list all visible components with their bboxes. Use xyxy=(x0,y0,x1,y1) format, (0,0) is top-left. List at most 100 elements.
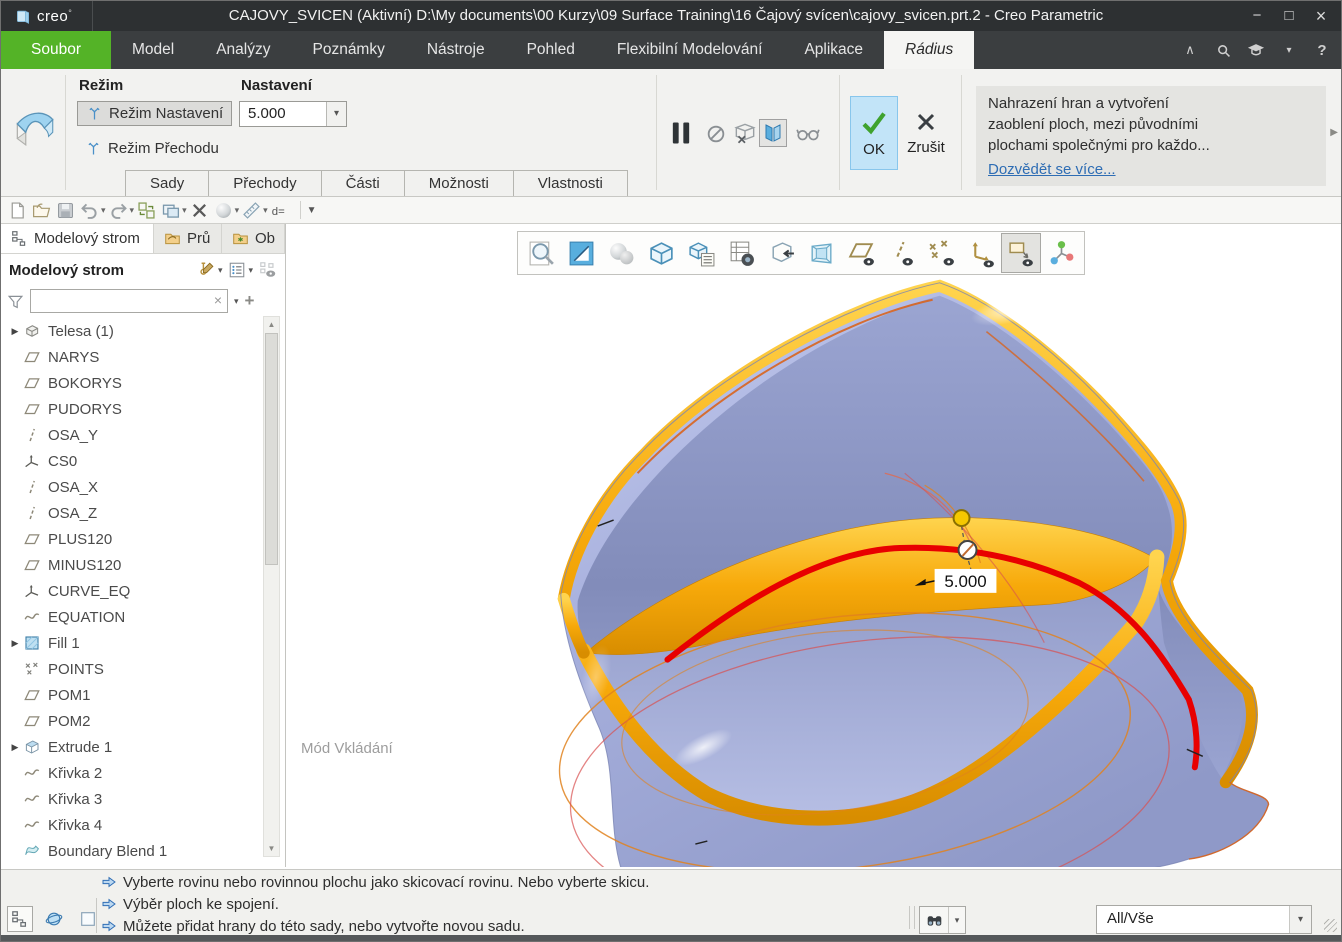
tree-item[interactable]: POM1 xyxy=(1,682,261,708)
zoom-fit-button[interactable] xyxy=(521,233,561,273)
plane-display-button[interactable] xyxy=(841,233,881,273)
radius-dropdown-icon[interactable]: ▾ xyxy=(326,102,346,126)
dashboard-subtab[interactable]: Možnosti xyxy=(404,170,514,196)
browser-toggle-button[interactable] xyxy=(41,906,67,932)
undo-button[interactable]: ▾ xyxy=(79,200,106,221)
point-display-button[interactable] xyxy=(921,233,961,273)
dashboard-subtab[interactable]: Sady xyxy=(125,170,209,196)
add-filter-icon[interactable]: + xyxy=(245,291,255,311)
windows-button[interactable]: ▾ xyxy=(160,200,187,221)
csys-display-button[interactable] xyxy=(961,233,1001,273)
cancel-button[interactable]: Zrušit xyxy=(900,96,952,170)
menu-tab[interactable]: Model xyxy=(111,31,195,69)
save-button[interactable] xyxy=(55,200,77,221)
model-canvas[interactable]: 5.000 xyxy=(286,224,1341,867)
axis-display-button[interactable] xyxy=(881,233,921,273)
redo-button[interactable]: ▾ xyxy=(108,200,135,221)
command-search-icon[interactable] xyxy=(1214,41,1232,59)
find-dropdown-icon[interactable]: ▾ xyxy=(948,907,965,933)
selection-filter-dropdown-icon[interactable]: ▾ xyxy=(1289,906,1311,933)
tree-item[interactable]: Boundary Blend 1 xyxy=(1,838,261,859)
menu-tab[interactable]: Nástroje xyxy=(406,31,506,69)
close-window-button[interactable] xyxy=(189,200,211,221)
tree-item[interactable]: PLUS120 xyxy=(1,526,261,552)
saved-orientations-button[interactable] xyxy=(641,233,681,273)
tree-item[interactable]: MINUS120 xyxy=(1,552,261,578)
appearance-button[interactable]: ▾ xyxy=(213,200,240,221)
perspective-button[interactable] xyxy=(801,233,841,273)
menu-tab[interactable]: Analýzy xyxy=(195,31,291,69)
expander-icon[interactable]: ▶ xyxy=(7,326,23,337)
expander-icon[interactable]: ▶ xyxy=(7,742,23,753)
find-tool[interactable]: ▾ xyxy=(919,906,966,934)
tree-item[interactable]: POINTS xyxy=(1,656,261,682)
tree-display-icon[interactable] xyxy=(259,261,277,279)
tree-filters-icon[interactable] xyxy=(228,261,246,279)
scrollbar-thumb[interactable] xyxy=(265,333,278,565)
no-preview-button[interactable] xyxy=(703,121,729,147)
collapse-ribbon-icon[interactable]: ∧ xyxy=(1181,41,1199,59)
menu-tab[interactable]: Aplikace xyxy=(783,31,884,69)
window-activate-button[interactable] xyxy=(761,233,801,273)
tree-item[interactable]: CS0 xyxy=(1,448,261,474)
mode-transition-button[interactable]: Režim Přechodu xyxy=(77,137,227,160)
dropdown-icon[interactable]: ▾ xyxy=(218,265,223,276)
menu-tab[interactable]: Soubor xyxy=(1,31,111,69)
menu-tab[interactable]: Poznámky xyxy=(291,31,405,69)
dashboard-subtab[interactable]: Přechody xyxy=(208,170,321,196)
dropdown-icon[interactable]: ▾ xyxy=(263,205,268,216)
display-style-button[interactable] xyxy=(601,233,641,273)
dropdown-icon[interactable]: ▾ xyxy=(234,296,239,307)
tree-item[interactable]: ▶ Telesa (1) xyxy=(1,318,261,344)
selection-filter-combo[interactable]: All/Vše ▾ xyxy=(1096,905,1312,934)
zoom-region-button[interactable] xyxy=(561,233,601,273)
radius-value[interactable]: 5.000 xyxy=(240,102,326,126)
expander-icon[interactable]: ▶ xyxy=(7,638,23,649)
graphics-viewport[interactable]: 5.000 xyxy=(286,224,1341,867)
measure-button[interactable]: ▾ xyxy=(241,200,268,221)
radius-drag-handle[interactable] xyxy=(954,510,970,526)
tree-item[interactable]: BOKORYS xyxy=(1,370,261,396)
spin-center-button[interactable] xyxy=(1041,233,1081,273)
more-options-icon[interactable]: ▾ xyxy=(1280,41,1298,59)
dropdown-icon[interactable]: ▾ xyxy=(101,205,106,216)
dropdown-icon[interactable]: ▾ xyxy=(235,205,240,216)
tree-item[interactable]: PUDORYS xyxy=(1,396,261,422)
selection-filter-value[interactable]: All/Vše xyxy=(1097,906,1289,933)
minimize-button[interactable]: − xyxy=(1241,1,1273,31)
tree-item[interactable]: Křivka 4 xyxy=(1,812,261,838)
wireframe-preview-button[interactable] xyxy=(731,119,759,147)
maximize-button[interactable]: □ xyxy=(1273,1,1305,31)
annotation-display-button[interactable] xyxy=(1001,233,1041,273)
tree-item[interactable]: ▶ Extrude 1 xyxy=(1,734,261,760)
menu-tab[interactable]: Rádius xyxy=(884,31,974,69)
learning-center-icon[interactable] xyxy=(1247,41,1265,59)
scroll-down-icon[interactable]: ▼ xyxy=(264,841,279,856)
tree-item[interactable]: NARYS xyxy=(1,344,261,370)
attached-preview-button[interactable] xyxy=(759,119,787,147)
clear-search-icon[interactable]: × xyxy=(214,292,222,308)
menu-tab[interactable]: Pohled xyxy=(506,31,596,69)
ok-button[interactable]: OK xyxy=(850,96,898,170)
toolbar-overflow-icon[interactable]: ▼ xyxy=(307,205,317,216)
tree-search-input[interactable]: × xyxy=(30,289,228,313)
tree-scrollbar[interactable]: ▲ ▼ xyxy=(263,316,280,857)
resize-grip[interactable] xyxy=(1324,919,1337,932)
navigator-toggle-button[interactable] xyxy=(7,906,33,932)
radius-value-combo[interactable]: 5.000 ▾ xyxy=(239,101,347,127)
dropdown-icon[interactable]: ▾ xyxy=(130,205,135,216)
view-manager-button[interactable] xyxy=(681,233,721,273)
filter-funnel-icon[interactable] xyxy=(7,293,24,310)
dimension-value[interactable]: 5.000 xyxy=(944,572,986,591)
tree-item[interactable]: Křivka 3 xyxy=(1,786,261,812)
regenerate-button[interactable] xyxy=(136,200,158,221)
scroll-up-icon[interactable]: ▲ xyxy=(264,317,279,332)
pause-button[interactable] xyxy=(665,117,697,149)
dashboard-subtab[interactable]: Vlastnosti xyxy=(513,170,628,196)
dimension-display-button[interactable] xyxy=(270,200,292,221)
tree-item[interactable]: EQUATION xyxy=(1,604,261,630)
tree-item[interactable]: OSA_Z xyxy=(1,500,261,526)
ribbon-expand-icon[interactable]: ▶ xyxy=(1330,127,1338,138)
verify-glasses-button[interactable] xyxy=(791,119,825,147)
dashboard-subtab[interactable]: Části xyxy=(321,170,405,196)
